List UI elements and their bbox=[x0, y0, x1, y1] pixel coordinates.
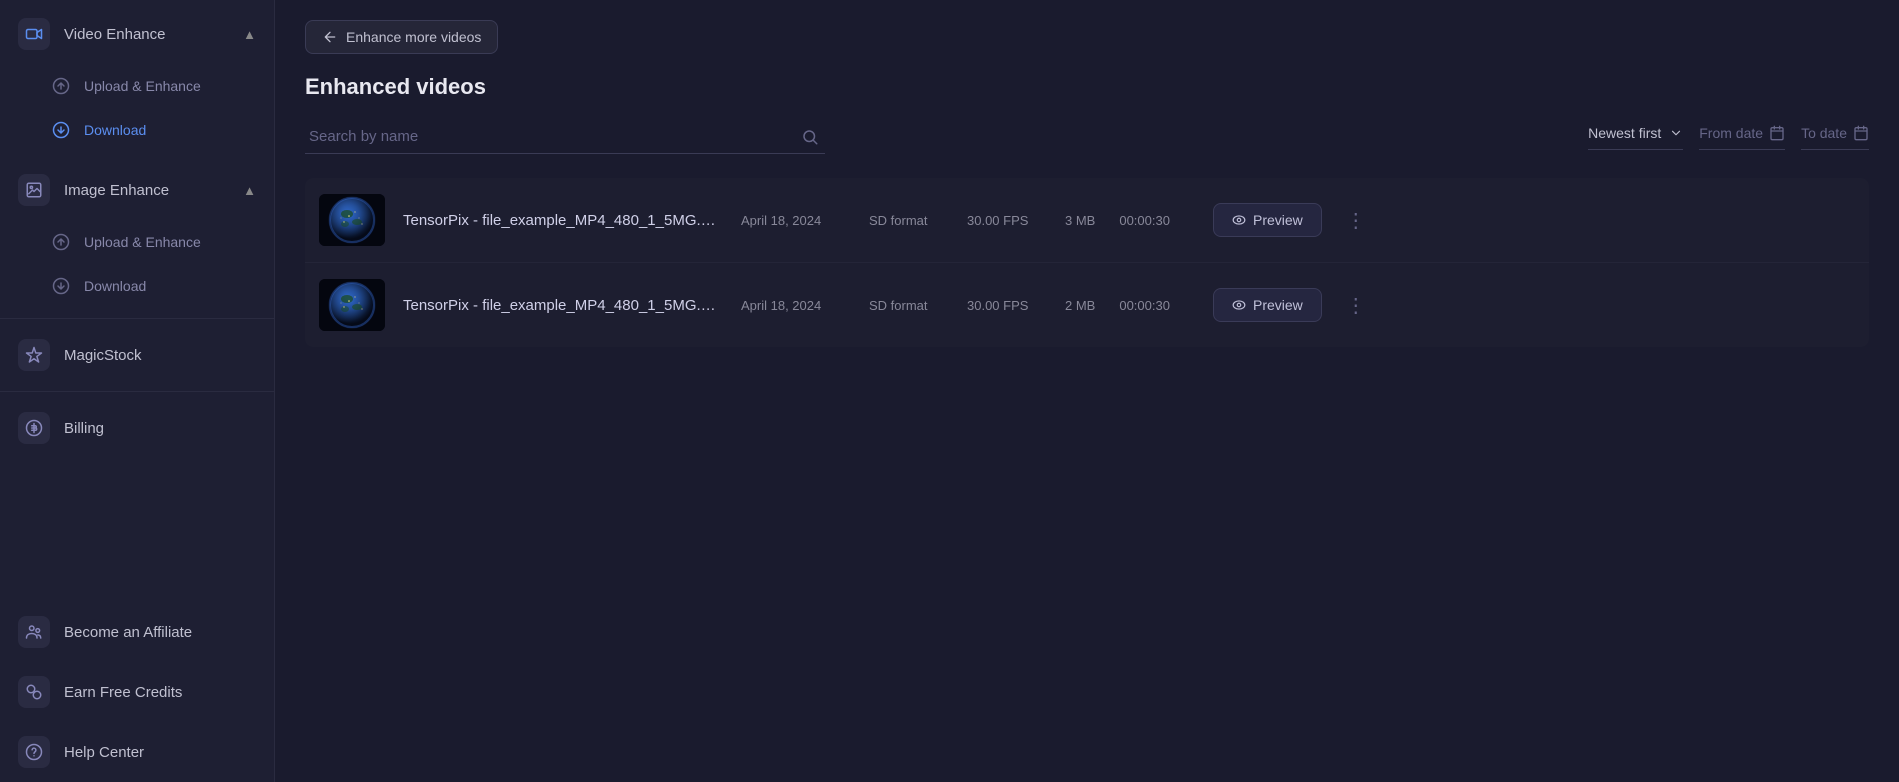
content-area: Enhanced videos Newest first bbox=[275, 54, 1899, 782]
sidebar-billing-label: Billing bbox=[64, 420, 104, 437]
billing-icon bbox=[18, 412, 50, 444]
back-arrow-icon bbox=[322, 29, 338, 45]
video-meta: 2 MB 00:00:30 bbox=[1065, 298, 1195, 313]
sidebar-help-label: Help Center bbox=[64, 744, 144, 761]
video-duration: 00:00:30 bbox=[1119, 213, 1170, 228]
image-enhance-chevron: ▲ bbox=[243, 183, 256, 198]
filters-row: Newest first From date To date bbox=[305, 120, 1869, 154]
video-thumbnail bbox=[319, 279, 385, 331]
video-date: April 18, 2024 bbox=[741, 298, 851, 313]
video-meta: 3 MB 00:00:30 bbox=[1065, 213, 1195, 228]
sidebar-video-enhance-label: Video Enhance bbox=[64, 26, 165, 43]
back-button-label: Enhance more videos bbox=[346, 29, 481, 45]
sidebar-magicstock-label: MagicStock bbox=[64, 347, 142, 364]
preview-button[interactable]: Preview bbox=[1213, 288, 1322, 322]
sidebar-credits-label: Earn Free Credits bbox=[64, 684, 182, 701]
eye-icon bbox=[1232, 213, 1246, 227]
preview-label: Preview bbox=[1253, 297, 1303, 313]
magicstock-icon bbox=[18, 339, 50, 371]
video-name: TensorPix - file_example_MP4_480_1_5MG.m… bbox=[403, 212, 723, 229]
image-enhance-icon bbox=[18, 174, 50, 206]
preview-label: Preview bbox=[1253, 212, 1303, 228]
sidebar-video-download-label: Download bbox=[84, 122, 146, 138]
help-icon bbox=[18, 736, 50, 768]
sidebar-item-image-download[interactable]: Download bbox=[0, 264, 274, 308]
video-list: TensorPix - file_example_MP4_480_1_5MG.m… bbox=[305, 178, 1869, 347]
to-date-label: To date bbox=[1801, 125, 1847, 141]
sidebar-section-image: Image Enhance ▲ Upload & Enhance Downloa… bbox=[0, 156, 274, 312]
video-format: SD format bbox=[869, 213, 949, 228]
sidebar-item-billing[interactable]: Billing bbox=[0, 398, 274, 458]
back-button[interactable]: Enhance more videos bbox=[305, 20, 498, 54]
sidebar-bottom-section: Become an Affiliate Earn Free Credits bbox=[0, 602, 274, 782]
sidebar-item-image-enhance[interactable]: Image Enhance ▲ bbox=[0, 160, 274, 220]
preview-button[interactable]: Preview bbox=[1213, 203, 1322, 237]
more-options-button[interactable]: ⋮ bbox=[1340, 289, 1372, 322]
sidebar-video-upload-label: Upload & Enhance bbox=[84, 78, 201, 94]
page-title: Enhanced videos bbox=[305, 74, 1869, 100]
video-size: 3 MB bbox=[1065, 213, 1095, 228]
sidebar-item-video-download[interactable]: Download bbox=[0, 108, 274, 152]
divider-1 bbox=[0, 318, 274, 319]
sidebar-item-magicstock[interactable]: MagicStock bbox=[0, 325, 274, 385]
from-date-label: From date bbox=[1699, 125, 1763, 141]
eye-icon bbox=[1232, 298, 1246, 312]
video-enhance-chevron: ▲ bbox=[243, 27, 256, 42]
sort-label: Newest first bbox=[1588, 125, 1661, 141]
more-options-button[interactable]: ⋮ bbox=[1340, 204, 1372, 237]
divider-2 bbox=[0, 391, 274, 392]
video-thumbnail bbox=[319, 194, 385, 246]
top-bar: Enhance more videos bbox=[275, 0, 1899, 54]
video-date: April 18, 2024 bbox=[741, 213, 851, 228]
image-download-icon bbox=[50, 275, 72, 297]
table-row: TensorPix - file_example_MP4_480_1_5MG.m… bbox=[305, 178, 1869, 263]
sidebar-item-video-enhance[interactable]: Video Enhance ▲ bbox=[0, 4, 274, 64]
sort-dropdown[interactable]: Newest first bbox=[1588, 125, 1683, 150]
sidebar-item-help[interactable]: Help Center bbox=[0, 722, 274, 782]
sidebar-item-credits[interactable]: Earn Free Credits bbox=[0, 662, 274, 722]
search-icon bbox=[801, 128, 819, 146]
calendar-from-icon bbox=[1769, 125, 1785, 141]
video-duration: 00:00:30 bbox=[1119, 298, 1170, 313]
to-date-filter[interactable]: To date bbox=[1801, 125, 1869, 150]
search-wrap bbox=[305, 120, 825, 154]
credits-icon bbox=[18, 676, 50, 708]
search-input[interactable] bbox=[305, 120, 825, 154]
video-fps: 30.00 FPS bbox=[967, 298, 1047, 313]
download-icon bbox=[50, 119, 72, 141]
sidebar-image-download-label: Download bbox=[84, 278, 146, 294]
sidebar-item-video-upload[interactable]: Upload & Enhance bbox=[0, 64, 274, 108]
video-enhance-icon bbox=[18, 18, 50, 50]
video-size: 2 MB bbox=[1065, 298, 1095, 313]
sidebar-item-affiliate[interactable]: Become an Affiliate bbox=[0, 602, 274, 662]
sort-chevron-icon bbox=[1669, 126, 1683, 140]
sidebar-item-image-upload[interactable]: Upload & Enhance bbox=[0, 220, 274, 264]
video-name: TensorPix - file_example_MP4_480_1_5MG.m… bbox=[403, 297, 723, 314]
main-content: Enhance more videos Enhanced videos Newe… bbox=[275, 0, 1899, 782]
affiliate-icon bbox=[18, 616, 50, 648]
image-upload-icon bbox=[50, 231, 72, 253]
video-format: SD format bbox=[869, 298, 949, 313]
sidebar: Video Enhance ▲ Upload & Enhance Downloa… bbox=[0, 0, 275, 782]
video-fps: 30.00 FPS bbox=[967, 213, 1047, 228]
upload-icon bbox=[50, 75, 72, 97]
sidebar-image-upload-label: Upload & Enhance bbox=[84, 234, 201, 250]
sidebar-affiliate-label: Become an Affiliate bbox=[64, 624, 192, 641]
sidebar-section-video: Video Enhance ▲ Upload & Enhance Downloa… bbox=[0, 0, 274, 156]
calendar-to-icon bbox=[1853, 125, 1869, 141]
from-date-filter[interactable]: From date bbox=[1699, 125, 1785, 150]
sidebar-image-enhance-label: Image Enhance bbox=[64, 182, 169, 199]
table-row: TensorPix - file_example_MP4_480_1_5MG.m… bbox=[305, 263, 1869, 347]
